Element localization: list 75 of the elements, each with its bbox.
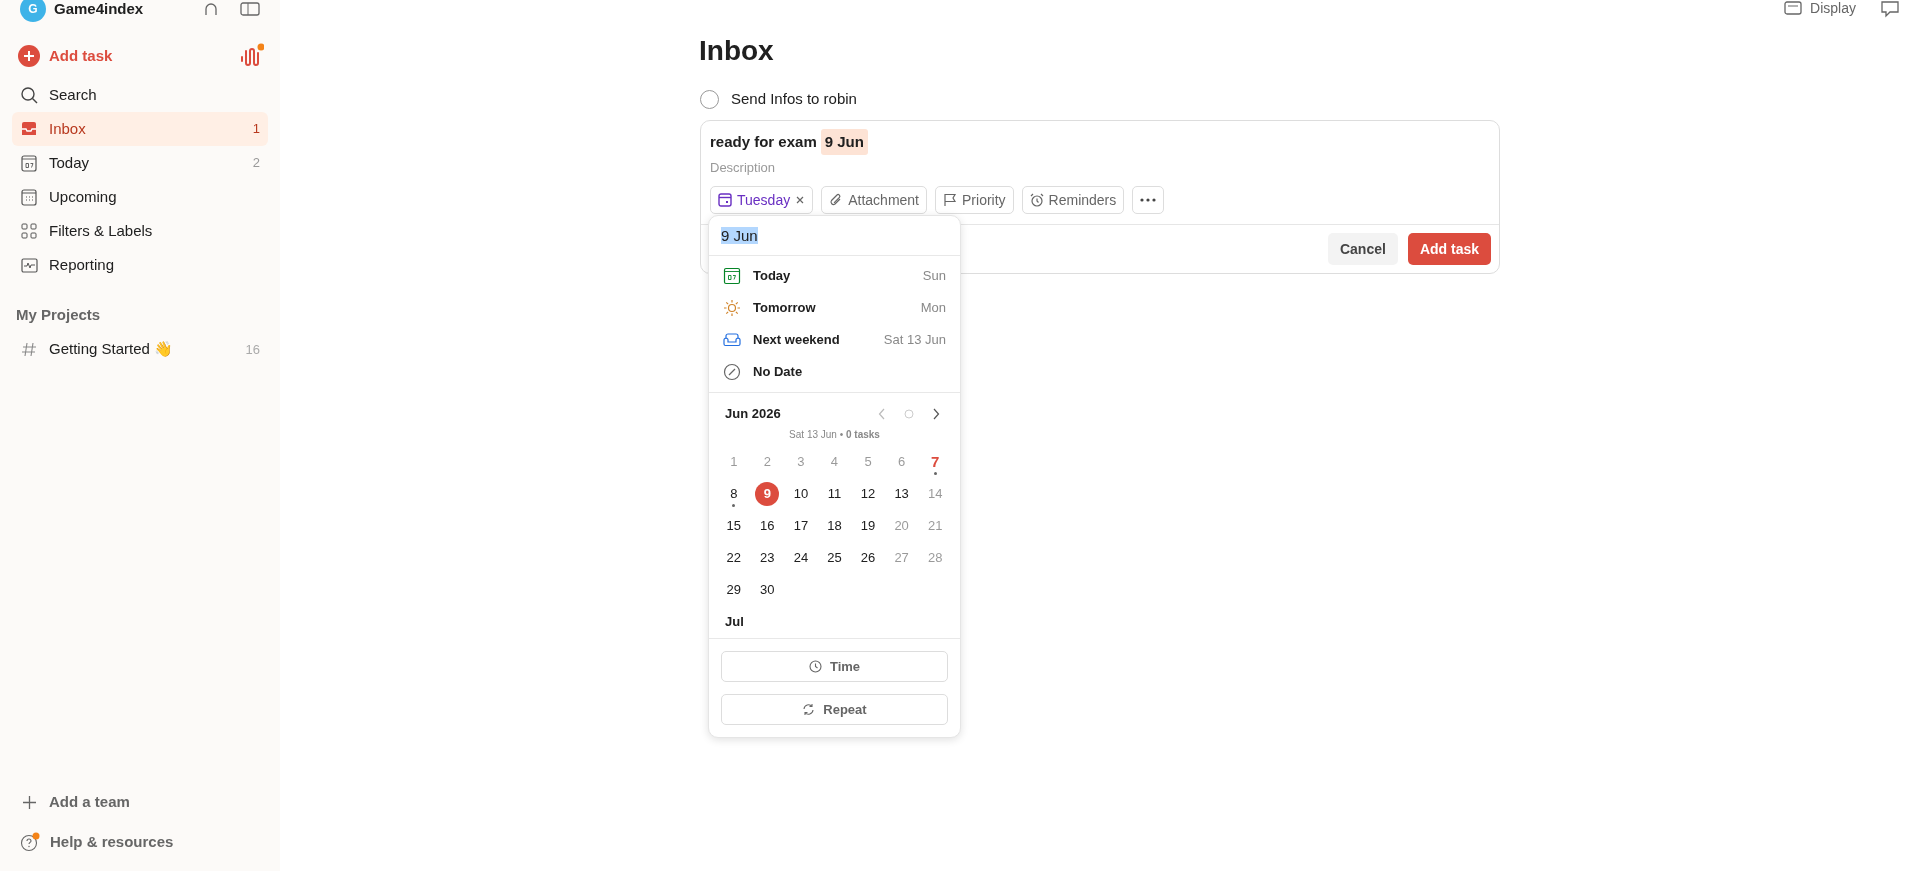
sofa-icon	[723, 331, 741, 349]
calendar-day[interactable]: 8	[721, 482, 746, 506]
hash-icon	[20, 340, 39, 359]
cancel-button[interactable]: Cancel	[1327, 233, 1398, 265]
help-icon	[20, 832, 40, 852]
calendar-day[interactable]: 26	[856, 546, 881, 570]
sidebar-link[interactable]: Help & resources	[12, 825, 268, 859]
calendar-day[interactable]: 22	[721, 546, 746, 570]
add-task-button[interactable]: Add task	[1407, 233, 1491, 265]
sidebar-item[interactable]: Reporting	[12, 248, 268, 282]
calendar-icon	[20, 153, 39, 173]
grid-icon	[20, 221, 39, 241]
sidebar-toggle-icon[interactable]	[240, 2, 260, 16]
priority-button[interactable]: Priority	[935, 186, 1014, 214]
sun-icon	[723, 299, 741, 317]
calendar-day[interactable]: 23	[755, 546, 780, 570]
display-button[interactable]: Display	[1784, 0, 1856, 18]
calendar-day[interactable]: 30	[755, 578, 780, 602]
time-button[interactable]: Time	[721, 651, 948, 682]
date-button[interactable]: Tuesday	[710, 186, 814, 214]
month-label: Jun 2026	[725, 405, 781, 424]
no-date-icon	[723, 363, 741, 381]
calendar-day[interactable]: 19	[856, 514, 881, 538]
month-label: Jul	[724, 613, 745, 631]
attachment-button[interactable]: Attachment	[821, 186, 927, 214]
comment-icon[interactable]	[1880, 0, 1900, 18]
calendar-icon	[718, 193, 732, 207]
search-icon	[20, 85, 39, 105]
calendar-day[interactable]: 10	[788, 482, 813, 506]
waveform-icon[interactable]	[240, 43, 264, 69]
sidebar-item[interactable]: Filters & Labels	[12, 214, 268, 248]
more-icon	[1140, 198, 1157, 202]
flag-icon	[943, 193, 957, 207]
calendar-day[interactable]: 15	[721, 514, 746, 538]
sidebar-item[interactable]: Today 2	[12, 146, 268, 180]
task-name-input[interactable]: ready for exam	[710, 130, 817, 154]
plus-icon	[18, 45, 40, 67]
calendar-day[interactable]: 12	[856, 482, 881, 506]
task-title: Send Infos to robin	[731, 88, 857, 109]
repeat-button[interactable]: Repeat	[721, 694, 948, 725]
calendar-day[interactable]: 9	[755, 482, 780, 506]
sidebar-item[interactable]: Inbox 1	[12, 112, 268, 146]
calendar-day[interactable]: 7	[923, 450, 948, 474]
calendar-day[interactable]: 13	[889, 482, 914, 506]
calendar-day[interactable]: 25	[822, 546, 847, 570]
chart-icon	[20, 255, 39, 275]
close-icon[interactable]	[795, 195, 806, 205]
calendar-day[interactable]: 17	[788, 514, 813, 538]
project-item[interactable]: Getting Started 👋 16	[12, 332, 268, 367]
date-token: 9 Jun	[820, 128, 868, 156]
add-task-button[interactable]: Add task	[18, 44, 113, 68]
sidebar-link[interactable]: Add a team	[12, 785, 268, 819]
calendar-day[interactable]: 11	[822, 482, 847, 506]
repeat-icon	[802, 703, 816, 716]
date-option[interactable]: Next weekend Sat 13 Jun	[709, 324, 960, 356]
page-title: Inbox	[699, 34, 775, 68]
date-option[interactable]: Today Sun	[709, 260, 960, 292]
reminders-button[interactable]: Reminders	[1021, 186, 1125, 214]
calendar-icon	[20, 187, 39, 207]
workspace-name[interactable]: Game4index	[54, 0, 144, 21]
calendar-icon	[723, 267, 741, 285]
clock-icon	[808, 660, 822, 673]
task-summary: Sat 13 Jun • 0 tasks	[788, 428, 881, 442]
date-option[interactable]: Tomorrow Mon	[709, 292, 960, 324]
calendar-day[interactable]: 16	[755, 514, 780, 538]
calendar-day[interactable]: 29	[721, 578, 746, 602]
sidebar-item[interactable]: Search	[12, 78, 268, 112]
alarm-clock-icon	[1029, 193, 1044, 207]
sidebar-item[interactable]: Upcoming	[12, 180, 268, 214]
calendar-day[interactable]: 18	[822, 514, 847, 538]
section-heading: My Projects	[15, 305, 102, 325]
date-option[interactable]: No Date	[709, 356, 960, 388]
calendar-day[interactable]: 24	[788, 546, 813, 570]
date-input[interactable]: 9 Jun	[721, 227, 758, 244]
chevron-right-icon[interactable]	[932, 408, 940, 420]
